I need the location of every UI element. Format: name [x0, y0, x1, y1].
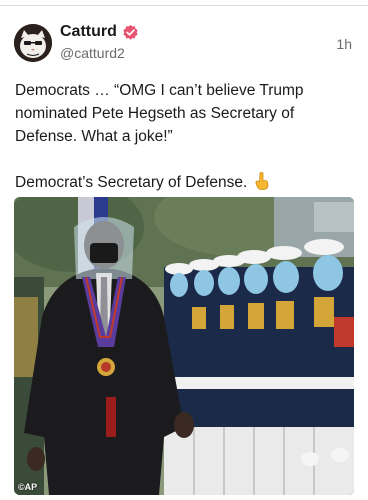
- author-handle[interactable]: @catturd2: [60, 45, 125, 61]
- post-timestamp[interactable]: 1h: [336, 36, 352, 52]
- post-body: Democrats … “OMG I can’t believe Trump n…: [15, 79, 355, 197]
- author-display-name[interactable]: Catturd: [60, 23, 117, 41]
- photo-credit: ©AP: [18, 482, 38, 492]
- avatar[interactable]: [14, 24, 52, 62]
- post-text-paragraph-2-text: Democrat’s Secretary of Defense.: [15, 174, 248, 191]
- pointing-down-emoji-icon: [254, 172, 270, 197]
- author-name-row: Catturd: [60, 22, 139, 42]
- cat-avatar-icon: [14, 24, 52, 62]
- honor-guard-photo: [14, 197, 354, 495]
- post-media-image[interactable]: ©AP: [14, 197, 354, 495]
- verified-badge-icon: [123, 24, 138, 40]
- post-card[interactable]: Catturd @catturd2 1h Democrats … “OMG I …: [0, 0, 368, 500]
- post-text-paragraph-2: Democrat’s Secretary of Defense.: [15, 171, 355, 197]
- post-text-paragraph-1: Democrats … “OMG I can’t believe Trump n…: [15, 82, 304, 145]
